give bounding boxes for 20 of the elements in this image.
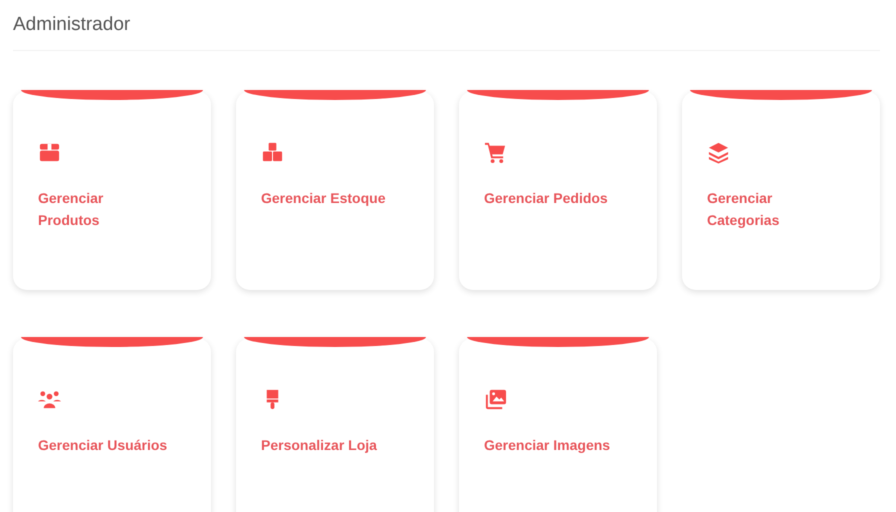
card-label: Gerenciar Estoque (261, 189, 386, 208)
menu-card[interactable]: Gerenciar Imagens (459, 338, 657, 512)
card-label: Personalizar Loja (261, 436, 378, 455)
images-icon (484, 388, 507, 411)
layers-icon (707, 141, 730, 164)
menu-card[interactable]: Gerenciar Categorias (682, 91, 880, 290)
menu-card[interactable]: Gerenciar Pedidos (459, 91, 657, 290)
card-label: Gerenciar Produtos (38, 189, 104, 230)
menu-card[interactable]: Personalizar Loja (236, 338, 434, 512)
card-label: Gerenciar Categorias (707, 189, 780, 230)
menu-card[interactable]: Gerenciar Estoque (236, 91, 434, 290)
card-label: Gerenciar Imagens (484, 436, 612, 455)
menu-card[interactable]: Gerenciar Usuários (13, 338, 211, 512)
page-title: Administrador (13, 14, 880, 51)
cart-icon (484, 141, 507, 164)
card-label: Gerenciar Pedidos (484, 189, 609, 208)
box-icon (38, 141, 61, 164)
boxes-icon (261, 141, 284, 164)
menu-card[interactable]: Gerenciar Produtos (13, 91, 211, 290)
card-label: Gerenciar Usuários (38, 436, 168, 455)
